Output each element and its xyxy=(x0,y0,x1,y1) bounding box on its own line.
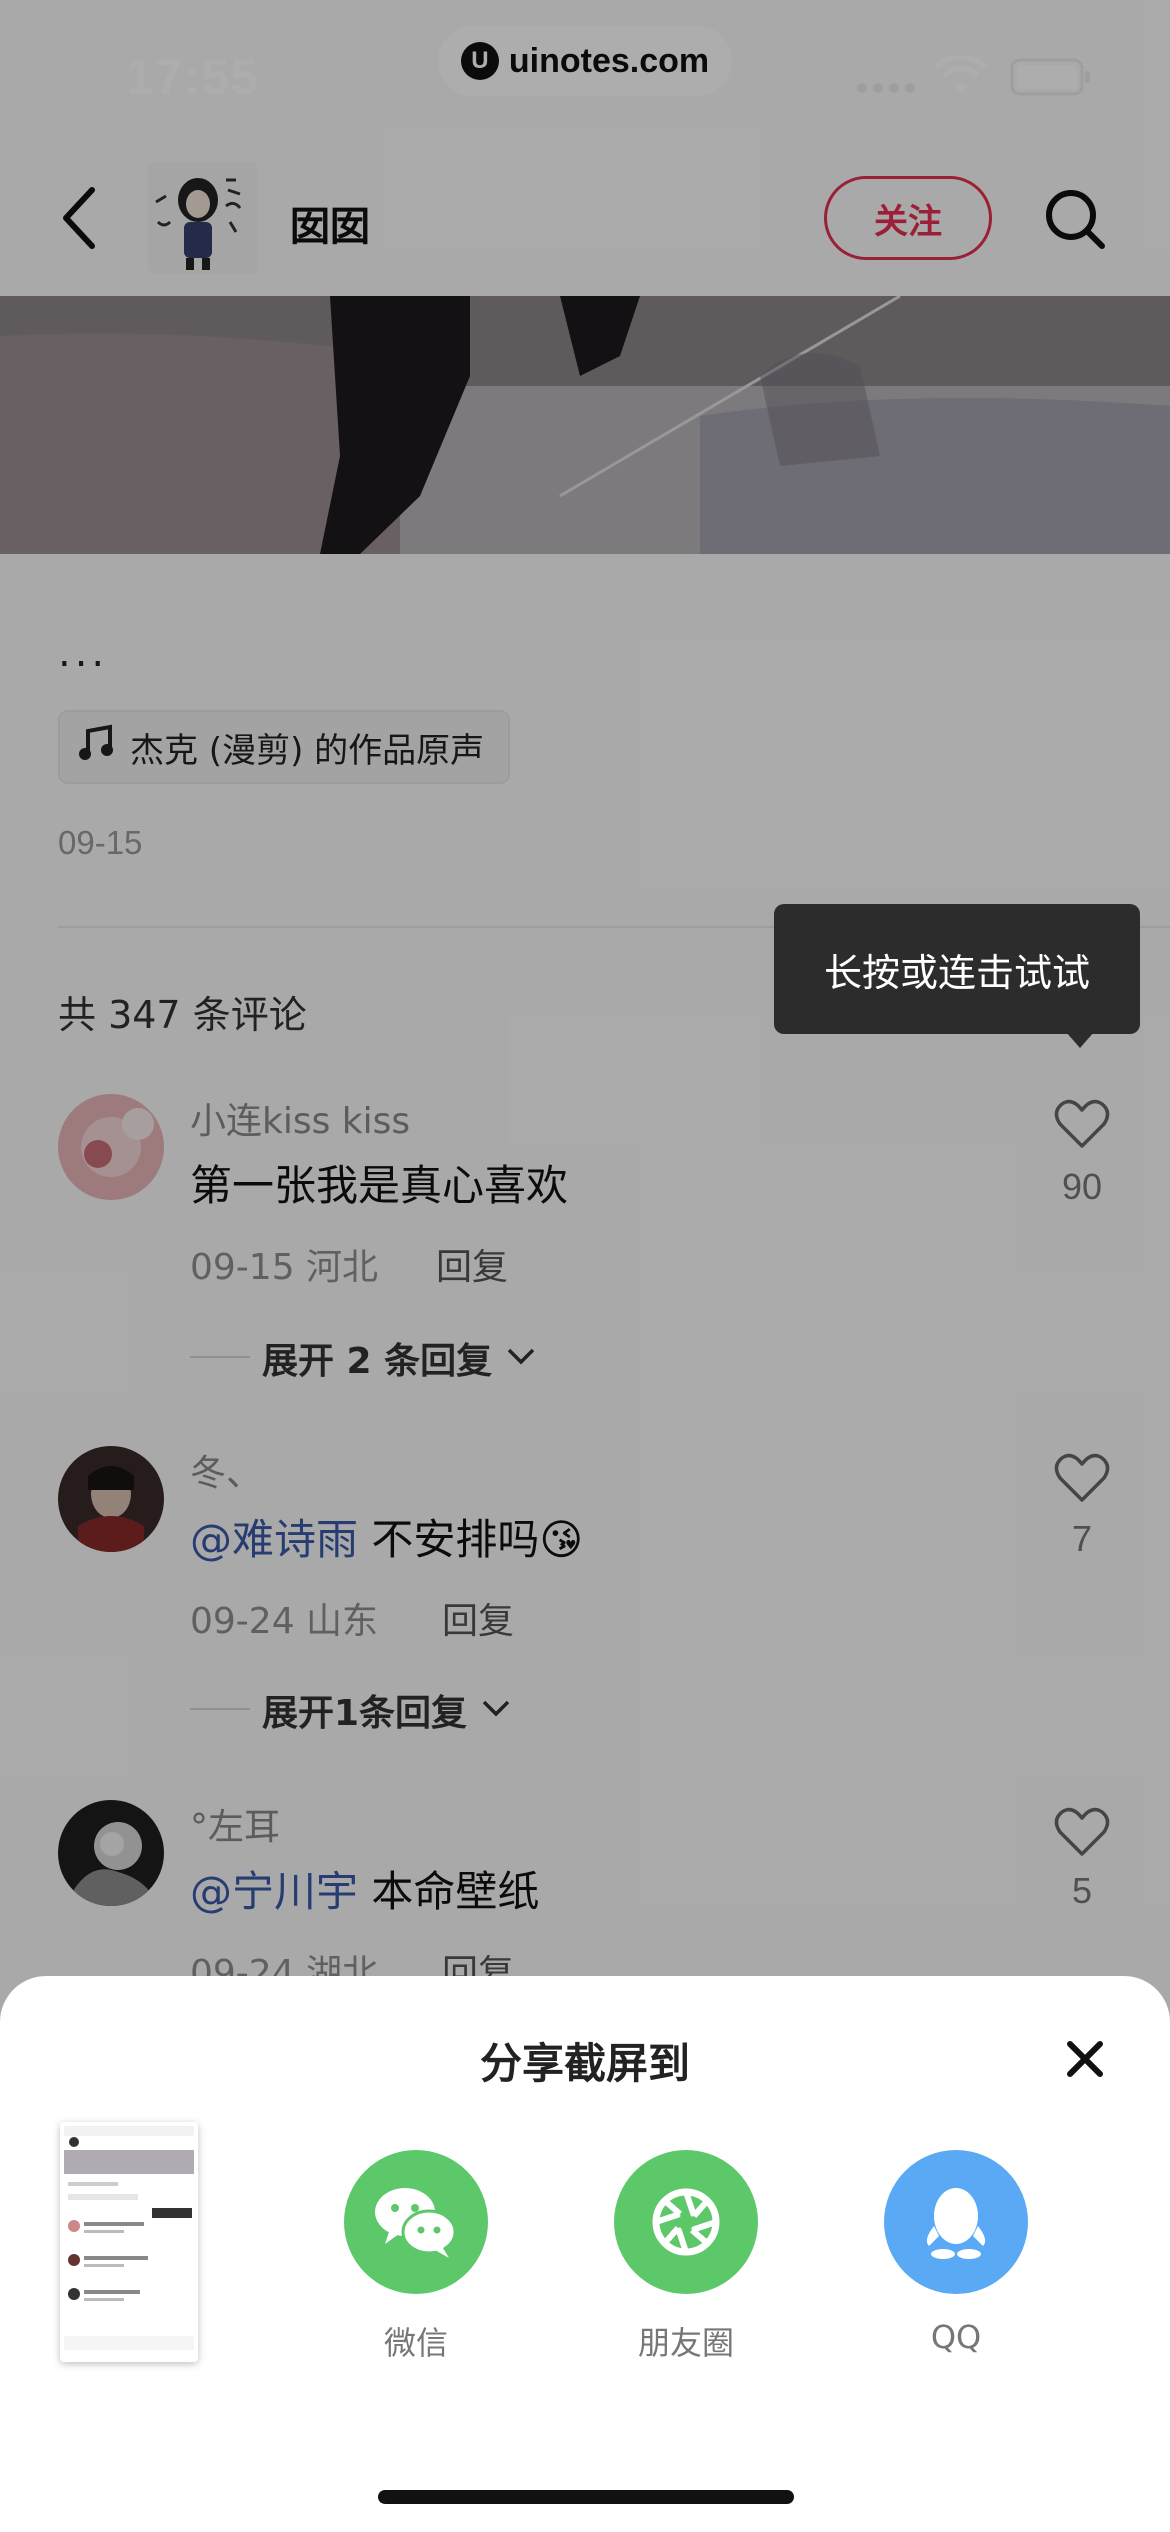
screen: 17:55 U uinotes.com 囡囡 关注 ... 杰克 (漫剪) 的作… xyxy=(0,0,1170,2532)
wechat-icon xyxy=(344,2150,488,2294)
like-tooltip: 长按或连击试试 xyxy=(774,904,1140,1034)
share-sheet-title: 分享截屏到 xyxy=(479,2039,690,2088)
share-qq-label: QQ xyxy=(930,2318,982,2356)
close-icon[interactable] xyxy=(1064,2038,1106,2080)
share-wechat-button[interactable] xyxy=(344,2150,488,2294)
share-wechat-label: 微信 xyxy=(383,2324,448,2362)
share-moments-label: 朋友圈 xyxy=(637,2324,734,2362)
share-moments-button[interactable] xyxy=(614,2150,758,2294)
share-qq-button[interactable] xyxy=(884,2150,1028,2294)
screenshot-thumbnail[interactable] xyxy=(60,2122,198,2362)
home-indicator[interactable] xyxy=(378,2490,794,2504)
tooltip-arrow xyxy=(1066,1032,1094,1048)
moments-icon xyxy=(614,2150,758,2294)
qq-icon xyxy=(884,2150,1028,2294)
